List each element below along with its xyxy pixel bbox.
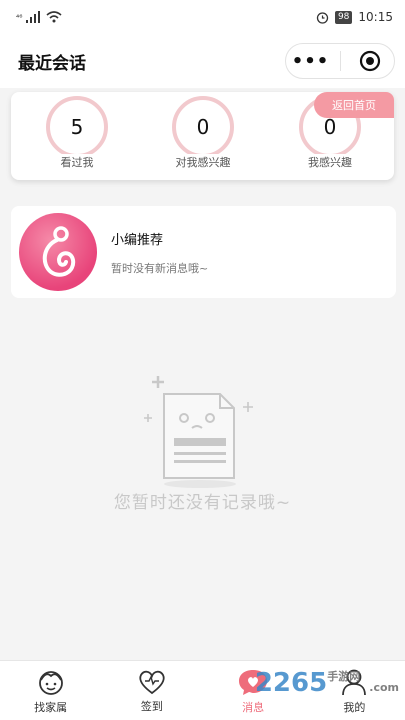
tab-label: 找家属 <box>34 700 68 714</box>
status-right: 98 10:15 <box>316 10 393 24</box>
more-dots-icon: ••• <box>291 50 330 72</box>
stat-label: 我感兴趣 <box>306 154 354 170</box>
close-button[interactable] <box>350 46 390 76</box>
stat-count-circle: 5 <box>46 96 108 158</box>
empty-state-text: 您暂时还没有记录哦~ <box>113 493 292 513</box>
stat-label: 看过我 <box>58 154 96 170</box>
tab-bar: 找家属 签到 消息 我的 <box>0 660 405 720</box>
heart-icon <box>139 670 165 694</box>
status-bar: ⁴⁶ 98 10:15 <box>0 0 405 34</box>
network-label: ⁴⁶ <box>16 12 23 22</box>
signal-icon <box>26 11 41 23</box>
wifi-icon <box>46 11 62 23</box>
avatar <box>19 213 97 291</box>
tab-mine[interactable]: 我的 <box>314 663 394 719</box>
alarm-icon <box>316 11 329 24</box>
conversation-item-recommend[interactable]: 小编推荐 暂时没有新消息哦~ <box>11 206 396 298</box>
app-logo-icon <box>42 226 76 277</box>
user-icon <box>342 669 367 695</box>
tab-messages[interactable]: 消息 <box>213 663 293 719</box>
battery-icon: 98 <box>334 10 353 24</box>
page-title: 最近会话 <box>18 53 86 74</box>
stats-card: 5 看过我 0 对我感兴趣 0 我感兴趣 返回首页 <box>11 92 394 180</box>
conversation-text: 小编推荐 暂时没有新消息哦~ <box>111 229 208 276</box>
return-home-button[interactable]: 返回首页 <box>314 92 394 118</box>
face-icon <box>38 670 63 695</box>
stat-viewed-me[interactable]: 5 看过我 <box>27 96 127 170</box>
nav-bar: 最近会话 ••• <box>0 34 405 88</box>
tab-find-family[interactable]: 找家属 <box>11 663 91 719</box>
stat-count-circle: 0 <box>172 96 234 158</box>
stat-label: 对我感兴趣 <box>173 154 233 170</box>
tab-checkin[interactable]: 签到 <box>112 663 192 719</box>
chat-heart-icon <box>239 669 268 695</box>
more-button[interactable]: ••• <box>291 46 331 76</box>
capsule-divider <box>339 51 341 71</box>
stat-interested-in-me[interactable]: 0 对我感兴趣 <box>153 96 253 170</box>
status-time: 10:15 <box>358 10 393 24</box>
status-left: ⁴⁶ <box>16 11 62 23</box>
conversation-name: 小编推荐 <box>111 232 164 248</box>
mini-program-capsule: ••• <box>285 43 395 79</box>
conversation-preview: 暂时没有新消息哦~ <box>111 261 209 275</box>
target-circle-icon <box>359 50 380 72</box>
tab-label: 签到 <box>140 699 163 713</box>
tab-label: 消息 <box>242 700 265 714</box>
tab-label: 我的 <box>343 700 366 714</box>
empty-document-icon <box>144 376 253 488</box>
